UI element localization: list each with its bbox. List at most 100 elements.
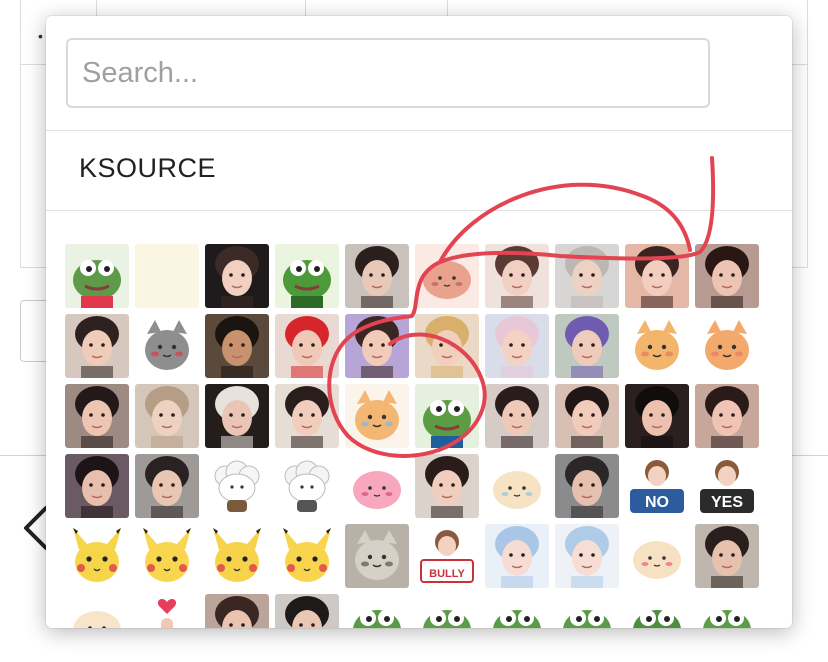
emote-image [625,594,689,628]
emote-image [695,314,759,378]
emote-cat-pout[interactable] [625,314,689,378]
emote-cat-sweat[interactable] [345,384,409,448]
emote-girl-straw[interactable] [415,454,479,518]
emote-girl-pink[interactable] [695,384,759,448]
emote-image [625,524,689,588]
emote-pepe-shy[interactable] [415,384,479,448]
emote-pepe-sad[interactable] [345,594,409,628]
emote-grid: NO YES BULLY [46,226,792,628]
emote-image [695,594,759,628]
emote-girl-shock[interactable] [485,384,549,448]
emote-image [555,594,619,628]
emote-image [485,384,549,448]
emote-image [275,454,339,518]
emote-cat-cry[interactable] [695,314,759,378]
emote-blob-heart[interactable] [625,524,689,588]
emote-pikachu-gun[interactable] [65,524,129,588]
search-input[interactable] [66,38,710,108]
emote-image [205,594,269,628]
emote-pepe-smug[interactable] [485,594,549,628]
emote-girl-yawn[interactable] [485,244,549,308]
emote-man-glasses[interactable] [275,594,339,628]
emote-no-sign[interactable]: NO [625,454,689,518]
emote-boy-hands[interactable] [205,594,269,628]
emote-boy-closeup[interactable] [65,314,129,378]
emote-girl-dab[interactable] [345,244,409,308]
emote-duck-cry[interactable] [135,244,199,308]
emote-girl-drink[interactable] [555,314,619,378]
emote-image [205,314,269,378]
emote-girl-think[interactable] [65,454,129,518]
emote-girl-cheek[interactable] [555,384,619,448]
emote-boy-blow[interactable] [695,524,759,588]
emote-boy-stare[interactable] [555,454,619,518]
emote-girl-math[interactable] [205,384,269,448]
emote-image [625,314,689,378]
emote-image [485,454,549,518]
emote-pink-bunny[interactable] [345,454,409,518]
emote-red-glasses[interactable] [275,314,339,378]
emote-image [275,314,339,378]
search-bar [46,16,792,131]
background-bullet: • [38,28,43,44]
emote-boy-point[interactable] [135,454,199,518]
emote-image [625,384,689,448]
emote-pepe-dance[interactable] [275,244,339,308]
emote-man-grin[interactable] [205,314,269,378]
emote-girl-sad[interactable] [695,244,759,308]
emote-image [205,384,269,448]
emote-potato-blob[interactable] [415,244,479,308]
emote-girl-sip[interactable] [485,314,549,378]
emote-girl-pray[interactable] [205,244,269,308]
emote-anime-angry[interactable] [555,524,619,588]
emote-sheep-dance[interactable] [205,454,269,518]
emote-image [485,244,549,308]
emote-pikachu-smile[interactable] [205,524,269,588]
emote-image [275,244,339,308]
emote-cat-sad[interactable] [345,524,409,588]
svg-text:BULLY: BULLY [429,568,465,580]
emote-image [415,594,479,628]
emote-pepe-detective[interactable] [555,594,619,628]
emote-pepe-cry[interactable] [415,594,479,628]
emote-image [415,244,479,308]
emote-image [65,384,129,448]
emote-pikachu-hide[interactable] [135,524,199,588]
emote-bully-sign[interactable]: BULLY [415,524,479,588]
emote-image [205,454,269,518]
emote-image [345,454,409,518]
emote-image [275,524,339,588]
emote-girl-hairhold[interactable] [625,384,689,448]
emote-girl-lips[interactable] [275,384,339,448]
emote-image [695,524,759,588]
emote-image [65,314,129,378]
emote-peepo-heart[interactable] [65,244,129,308]
emote-image [65,454,129,518]
emote-image [555,244,619,308]
emote-picker-popup: KSOURCE NO YES BULLY [46,16,792,628]
emote-image [415,384,479,448]
emote-girl-blur[interactable] [135,384,199,448]
emote-image [275,384,339,448]
emote-yes-sign[interactable]: YES [695,454,759,518]
emote-image [205,524,269,588]
emote-boy-blond[interactable] [415,314,479,378]
emote-pepe-cross[interactable] [695,594,759,628]
emote-boy-smirk[interactable] [555,244,619,308]
emote-anime-girl[interactable] [485,524,549,588]
emote-cat-heart[interactable] [135,314,199,378]
emote-blob-tea[interactable] [485,454,549,518]
emote-image [415,454,479,518]
emote-girl-purple[interactable] [345,314,409,378]
emote-finger-heart[interactable] [135,594,199,628]
emote-pikachu-heart[interactable] [275,524,339,588]
emote-image [135,314,199,378]
emote-image [555,524,619,588]
emote-image [345,384,409,448]
emote-pepe-hands[interactable] [625,594,689,628]
emote-girl-smile[interactable] [65,384,129,448]
emote-sheep-run[interactable] [275,454,339,518]
emote-girl-hands[interactable] [625,244,689,308]
emote-blob-sleep[interactable] [65,594,129,628]
emote-image [555,384,619,448]
